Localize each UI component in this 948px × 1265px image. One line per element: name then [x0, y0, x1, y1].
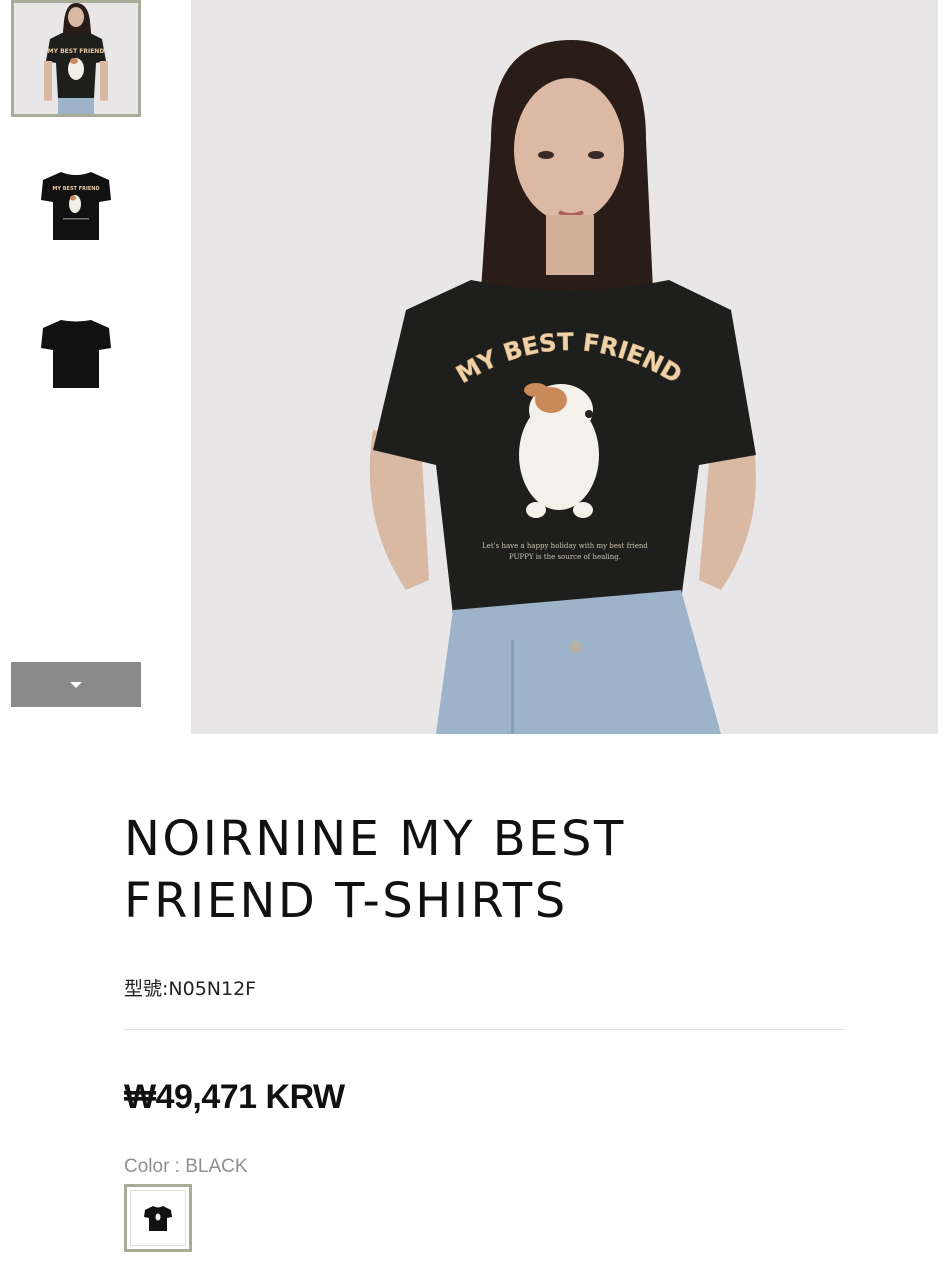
tshirt-front-thumbnail-image: MY BEST FRIEND — [11, 148, 141, 265]
svg-text:MY BEST FRIEND: MY BEST FRIEND — [52, 186, 99, 192]
shirt-small-text-1: Let's have a happy holiday with my best … — [482, 542, 648, 550]
product-price: ₩49,471 KRW — [124, 1078, 345, 1116]
color-label: Color : BLACK — [124, 1156, 248, 1177]
caret-down-icon — [70, 681, 82, 688]
thumbnail-next-button[interactable] — [11, 662, 141, 707]
main-product-image[interactable]: MY BEST FRIEND Let's have a happy holida… — [191, 0, 938, 734]
thumbnail-gallery: MY BEST FRIEND MY BEST FRIEND — [0, 0, 180, 720]
product-model-number: 型號:N05N12F — [124, 978, 257, 1000]
thumbnail-flat-back[interactable] — [11, 296, 141, 413]
color-swatch-black[interactable] — [124, 1184, 192, 1252]
thumbnail-flat-front[interactable]: MY BEST FRIEND — [11, 148, 141, 265]
tshirt-swatch-icon — [144, 1206, 172, 1231]
swatch-frame — [130, 1190, 186, 1246]
svg-text:MY BEST FRIEND: MY BEST FRIEND — [48, 48, 105, 55]
model-photo: MY BEST FRIEND Let's have a happy holida… — [191, 0, 938, 734]
divider — [124, 1029, 845, 1030]
shirt-small-text-2: PUPPY is the source of healing. — [509, 553, 621, 561]
model-thumbnail-image: MY BEST FRIEND — [14, 3, 138, 114]
product-title: NOIRNINE MY BEST FRIEND T-SHIRTS — [124, 811, 626, 929]
tshirt-back-thumbnail-image — [11, 296, 141, 413]
product-info: NOIRNINE MY BEST FRIEND T-SHIRTS 型號:N05N… — [124, 808, 845, 1252]
thumbnail-model-front[interactable]: MY BEST FRIEND — [11, 0, 141, 117]
